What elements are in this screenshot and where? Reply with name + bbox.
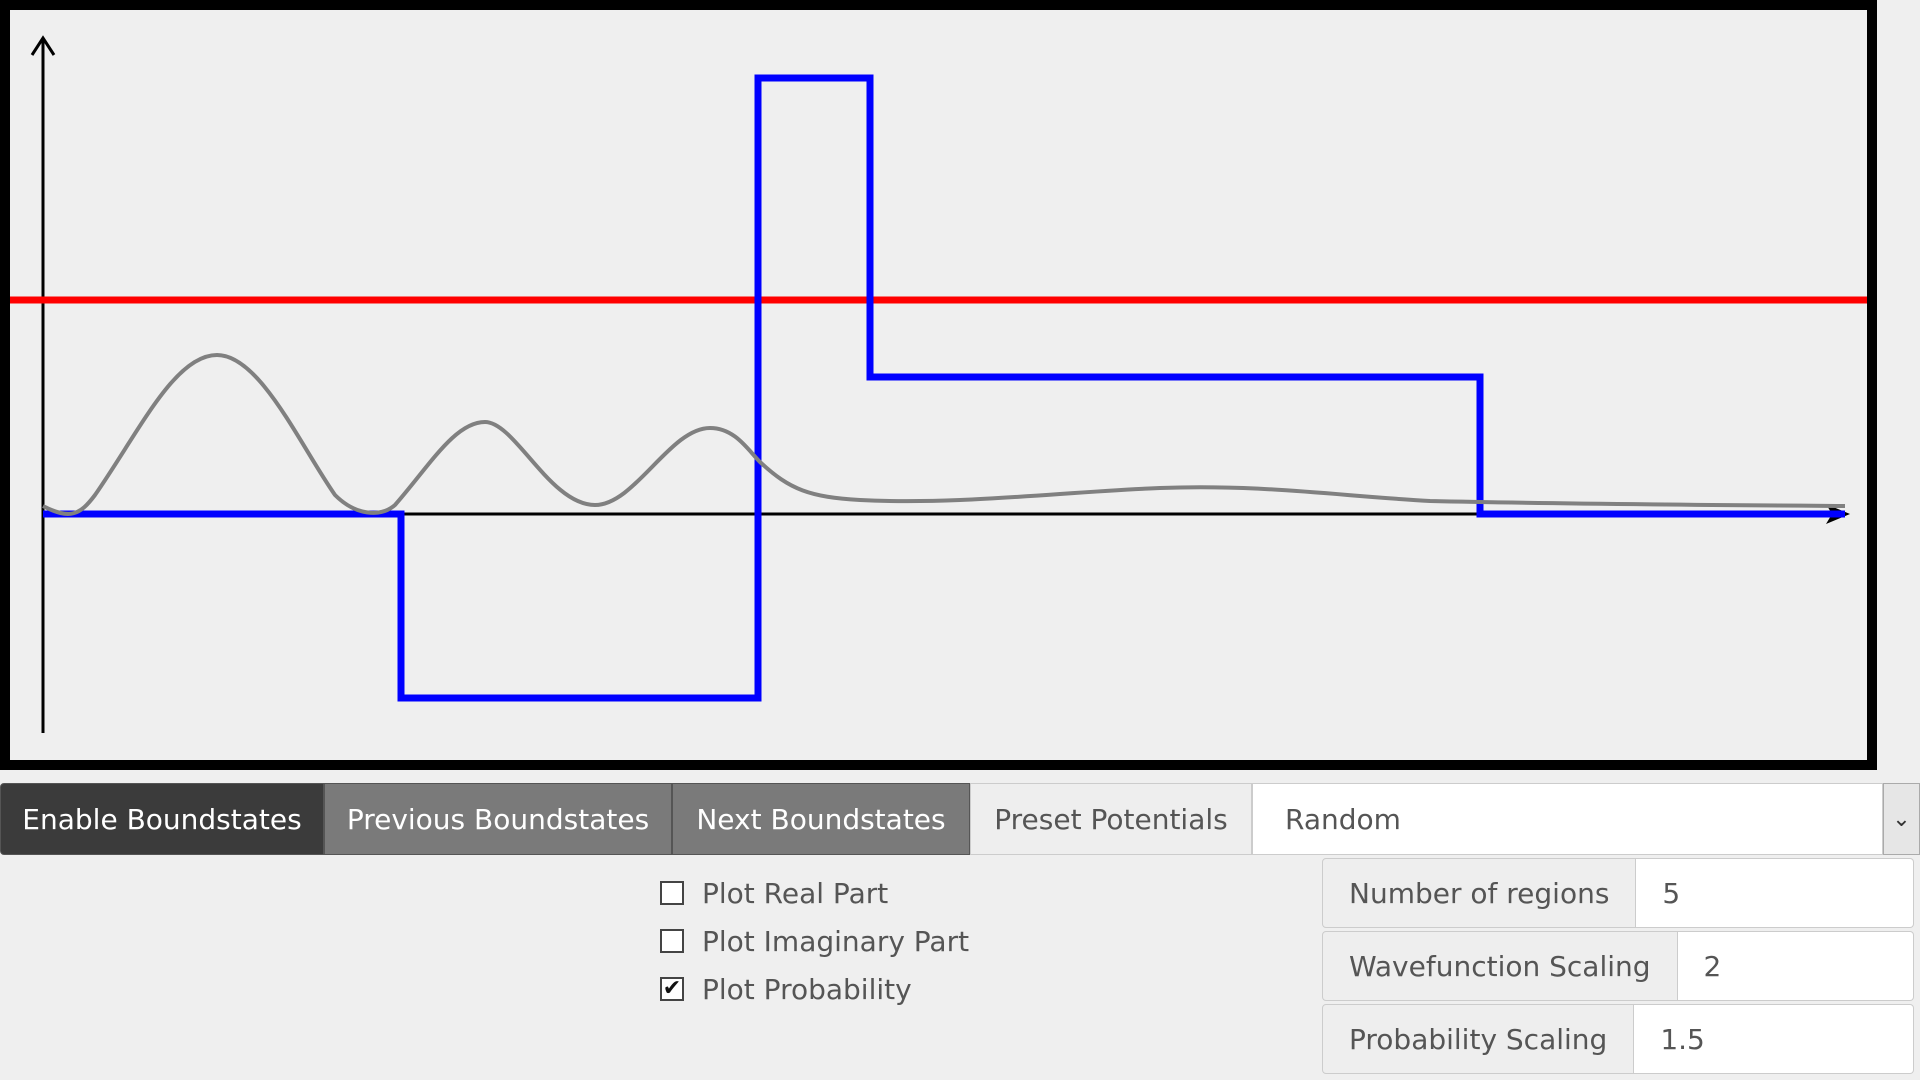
potential-curve[interactable] <box>43 74 1845 702</box>
wavefunction-scaling-group: Wavefunction Scaling 2 <box>1322 931 1914 1001</box>
wavefunction-scaling-input[interactable]: 2 <box>1677 931 1914 1001</box>
next-boundstates-button[interactable]: Next Boundstates <box>672 783 970 855</box>
probability-scaling-input[interactable]: 1.5 <box>1634 1004 1914 1074</box>
plot-real-part-label: Plot Real Part <box>702 876 889 910</box>
wavefunction-scaling-label: Wavefunction Scaling <box>1322 931 1678 1001</box>
probability-scaling-group: Probability Scaling 1.5 <box>1322 1004 1914 1074</box>
plot-imaginary-part-checkbox[interactable] <box>660 929 684 953</box>
plot-probability-label: Plot Probability <box>702 972 912 1006</box>
enable-boundstates-button[interactable]: Enable Boundstates <box>0 783 324 855</box>
plot-canvas[interactable] <box>0 0 1877 770</box>
plot-imaginary-part-option[interactable]: Plot Imaginary Part <box>660 921 969 961</box>
preset-potentials-label: Preset Potentials <box>970 783 1252 855</box>
previous-boundstates-button[interactable]: Previous Boundstates <box>324 783 672 855</box>
plot-probability-checkbox[interactable]: ✔ <box>660 977 684 1001</box>
probability-scaling-label: Probability Scaling <box>1322 1004 1635 1074</box>
number-of-regions-label: Number of regions <box>1322 858 1637 928</box>
plot-real-part-option[interactable]: Plot Real Part <box>660 873 888 913</box>
toolbar: Enable Boundstates Previous Boundstates … <box>0 783 1920 855</box>
plot-probability-option[interactable]: ✔ Plot Probability <box>660 969 912 1009</box>
number-of-regions-input[interactable]: 5 <box>1636 858 1914 928</box>
chevron-down-icon[interactable]: ⌄ <box>1883 783 1920 855</box>
number-of-regions-group: Number of regions 5 <box>1322 858 1914 928</box>
preset-potentials-select[interactable]: Random <box>1252 783 1883 855</box>
plot-area[interactable] <box>10 10 1867 760</box>
plot-imaginary-part-label: Plot Imaginary Part <box>702 924 970 958</box>
plot-real-part-checkbox[interactable] <box>660 881 684 905</box>
